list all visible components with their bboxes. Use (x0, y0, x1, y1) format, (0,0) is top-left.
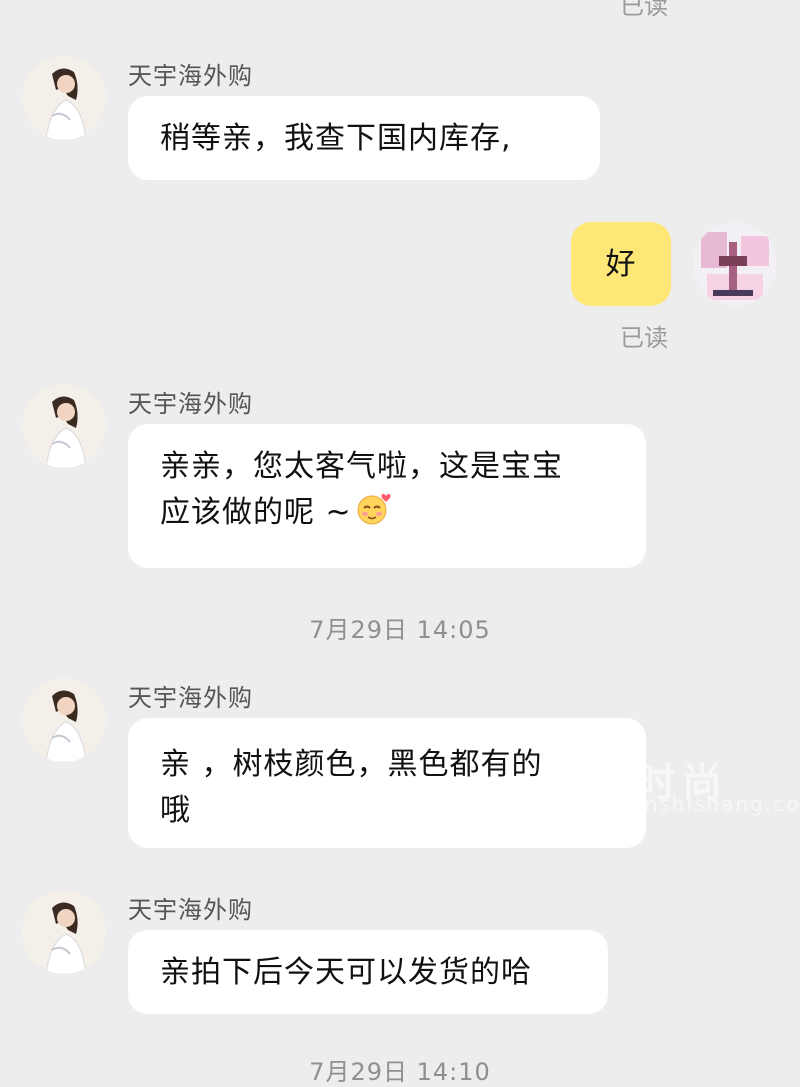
seller-avatar[interactable] (22, 56, 106, 140)
seller-avatar[interactable] (22, 890, 106, 974)
blushing-face-heart-icon (357, 493, 391, 525)
watermark-url: www.yilanshishang.com (540, 792, 800, 816)
my-avatar[interactable] (693, 222, 777, 306)
seller-avatar-icon (22, 890, 106, 974)
read-receipt: 已读 (620, 324, 668, 352)
my-message-bubble[interactable]: 好 (571, 222, 671, 306)
message-bubble[interactable]: 亲拍下后今天可以发货的哈 (128, 930, 608, 1014)
read-receipt: 已读 (620, 0, 668, 20)
message-text: 好 (605, 247, 637, 282)
chat-view: 已读 天宇海外购 稍等亲，我查下国内库存, 好 已读 天宇海外购 亲亲，您太客气… (0, 0, 800, 1086)
timestamp: 7月29日 14:05 (309, 616, 491, 644)
seller-avatar[interactable] (22, 678, 106, 762)
sender-name: 天宇海外购 (128, 896, 253, 924)
sender-name: 天宇海外购 (128, 62, 253, 90)
message-text-line: 应该做的呢 ~ (160, 490, 614, 536)
message-text: 应该做的呢 ~ (160, 495, 352, 530)
message-bubble[interactable]: 亲亲，您太客气啦，这是宝宝 应该做的呢 ~ (128, 424, 646, 568)
message-text-line: 亲亲，您太客气啦，这是宝宝 (160, 449, 563, 484)
seller-avatar[interactable] (22, 384, 106, 468)
sender-name: 天宇海外购 (128, 684, 253, 712)
seller-avatar-icon (22, 56, 106, 140)
seller-avatar-icon (22, 678, 106, 762)
message-bubble[interactable]: 稍等亲，我查下国内库存, (128, 96, 600, 180)
seller-avatar-icon (22, 384, 106, 468)
message-text: 稍等亲，我查下国内库存, (160, 121, 512, 156)
sender-name: 天宇海外购 (128, 390, 253, 418)
message-text: 亲拍下后今天可以发货的哈 (160, 955, 532, 990)
my-avatar-icon (693, 222, 777, 306)
timestamp: 7月29日 14:10 (309, 1058, 491, 1086)
